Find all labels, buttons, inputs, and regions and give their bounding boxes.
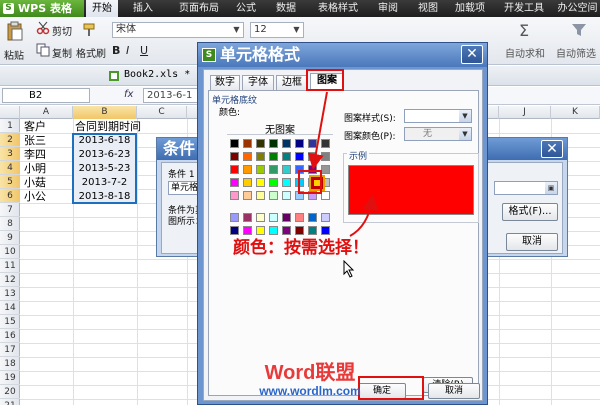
mouse-cursor-icon	[343, 260, 355, 278]
annotation-arrows	[307, 91, 379, 237]
arrow-to-swatch	[307, 91, 328, 170]
arrow-to-sample	[349, 194, 379, 237]
watermark-url: www.wordlm.com	[259, 384, 361, 398]
annotation-text: 颜色：按需选择！	[233, 238, 369, 258]
watermark: Word联盟 www.wordlm.com	[245, 362, 375, 398]
watermark-brand: Word联盟	[264, 362, 356, 384]
